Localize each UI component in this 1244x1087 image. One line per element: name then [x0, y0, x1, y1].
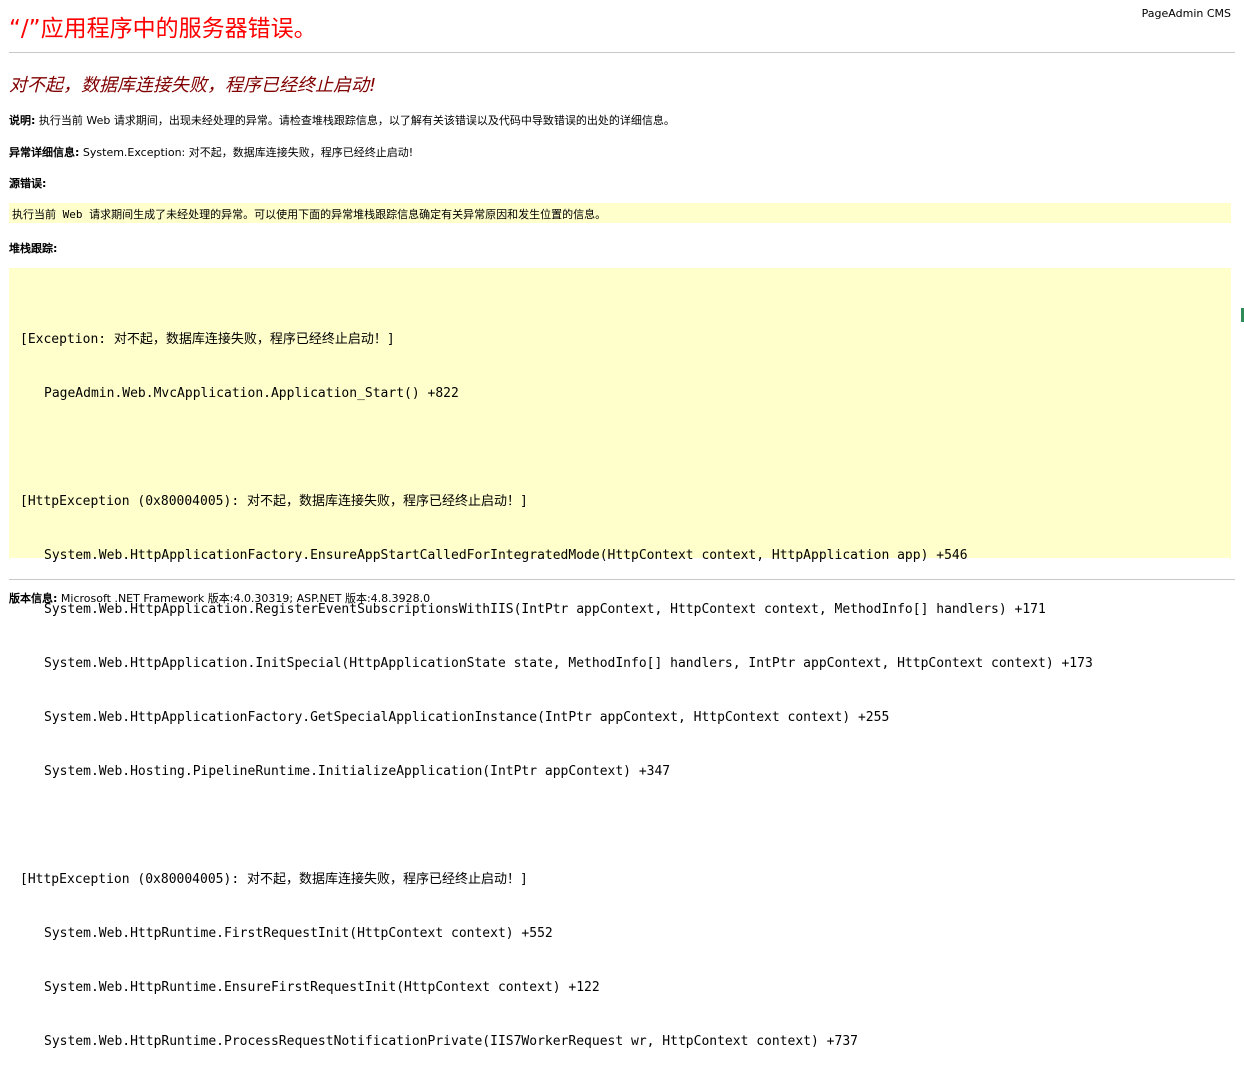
stack-frame: System.Web.HttpApplicationFactory.GetSpe…	[44, 710, 890, 725]
stack-group-header: [HttpException (0x80004005): 对不起，数据库连接失败…	[20, 872, 528, 887]
description-label: 说明:	[9, 114, 36, 127]
version-info-text: Microsoft .NET Framework 版本:4.0.30319; A…	[57, 592, 431, 605]
error-heading: 对不起，数据库连接失败，程序已经终止启动!	[9, 75, 377, 96]
stack-frame: System.Web.HttpRuntime.EnsureFirstReques…	[44, 980, 600, 995]
stack-frame: System.Web.HttpApplication.InitSpecial(H…	[44, 656, 1093, 671]
exception-details-line: 异常详细信息: System.Exception: 对不起，数据库连接失败，程序…	[9, 144, 413, 160]
stack-spacer	[20, 439, 1093, 457]
stack-group-header: [Exception: 对不起，数据库连接失败，程序已经终止启动！]	[20, 332, 395, 347]
source-error-text: 执行当前 Web 请求期间生成了未经处理的异常。可以使用下面的异常堆栈跟踪信息确…	[12, 208, 607, 221]
exception-details-label: 异常详细信息:	[9, 146, 80, 159]
bottom-divider	[9, 579, 1235, 580]
stack-trace-label: 堆栈跟踪:	[9, 242, 58, 255]
stack-trace-line: 堆栈跟踪:	[9, 240, 57, 256]
stack-frame: System.Web.HttpApplicationFactory.Ensure…	[44, 548, 968, 563]
stack-group-header: [HttpException (0x80004005): 对不起，数据库连接失败…	[20, 494, 528, 509]
stack-trace-content: [Exception: 对不起，数据库连接失败，程序已经终止启动！] PageA…	[20, 295, 1093, 1087]
stack-frame: System.Web.HttpRuntime.ProcessRequestNot…	[44, 1034, 858, 1049]
brand-label: PageAdmin CMS	[1141, 7, 1231, 20]
page-title: “/”应用程序中的服务器错误。	[9, 16, 317, 42]
exception-details-text: System.Exception: 对不起，数据库连接失败，程序已经终止启动!	[79, 146, 414, 159]
version-info-line: 版本信息: Microsoft .NET Framework 版本:4.0.30…	[9, 590, 430, 606]
description-line: 说明: 执行当前 Web 请求期间，出现未经处理的异常。请检查堆栈跟踪信息，以了…	[9, 112, 675, 128]
source-error-label: 源错误:	[9, 177, 47, 190]
version-info-label: 版本信息:	[9, 592, 58, 605]
source-error-box: 执行当前 Web 请求期间生成了未经处理的异常。可以使用下面的异常堆栈跟踪信息确…	[9, 203, 1231, 223]
source-error-line: 源错误:	[9, 175, 46, 191]
stack-frame: System.Web.HttpRuntime.FirstRequestInit(…	[44, 926, 553, 941]
description-text: 执行当前 Web 请求期间，出现未经处理的异常。请检查堆栈跟踪信息，以了解有关该…	[35, 114, 675, 127]
stack-frame: PageAdmin.Web.MvcApplication.Application…	[44, 386, 459, 401]
stack-trace-box: [Exception: 对不起，数据库连接失败，程序已经终止启动！] PageA…	[9, 268, 1231, 1049]
stack-spacer	[20, 817, 1093, 835]
top-divider	[9, 52, 1235, 53]
stack-frame: System.Web.Hosting.PipelineRuntime.Initi…	[44, 764, 671, 779]
